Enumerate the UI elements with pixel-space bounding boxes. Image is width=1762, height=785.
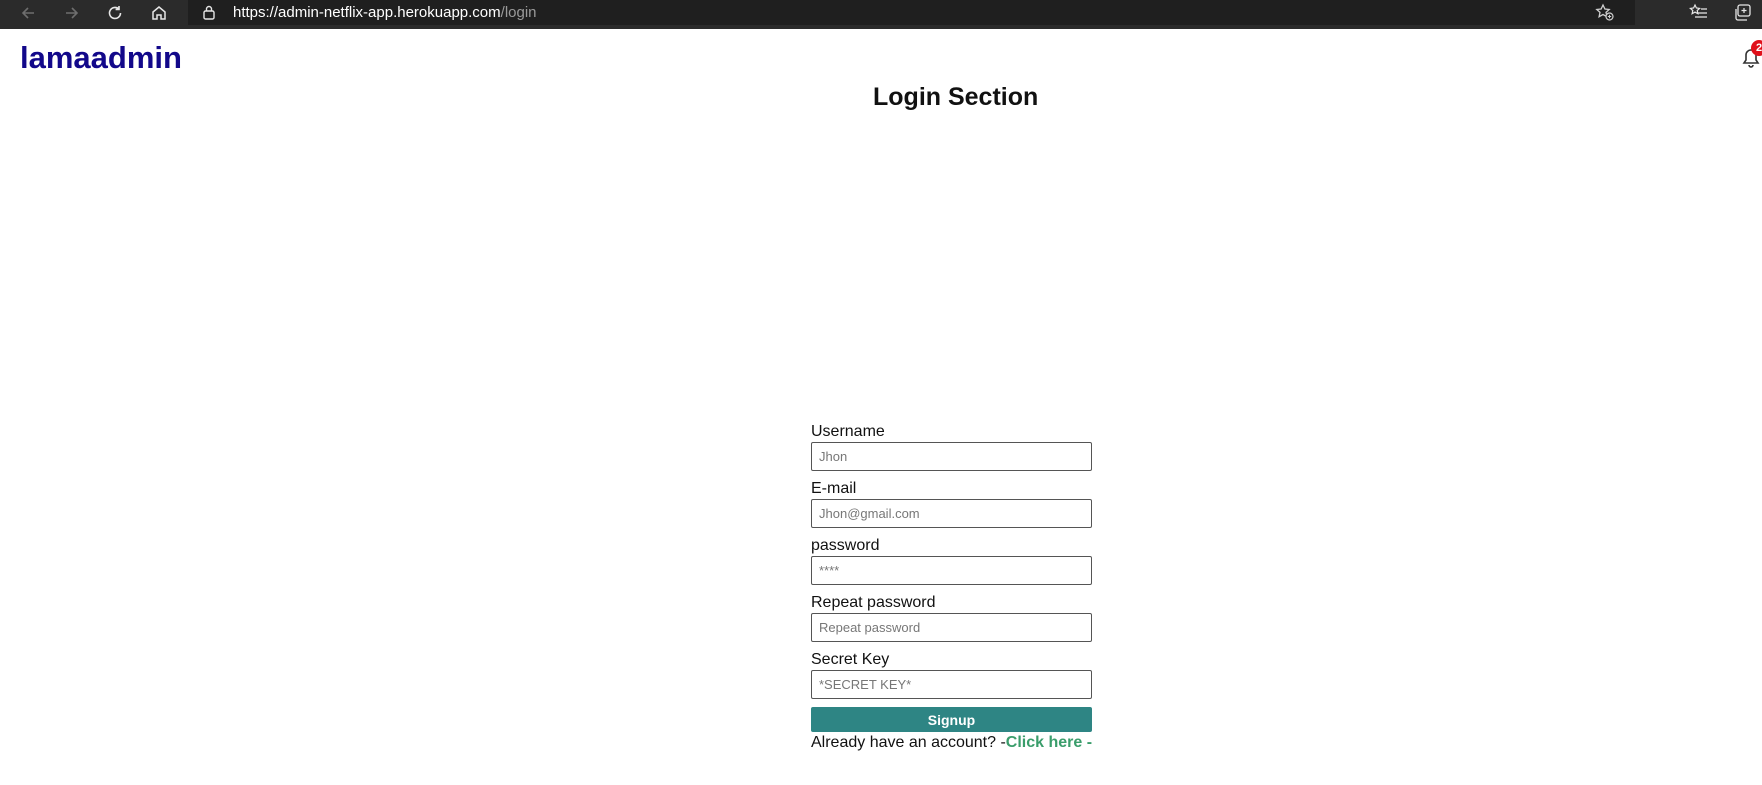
favorites-list-icon xyxy=(1688,3,1707,18)
forward-arrow-icon xyxy=(66,6,79,19)
email-input[interactable] xyxy=(811,499,1092,528)
password-label: password xyxy=(811,537,880,554)
username-input[interactable] xyxy=(811,442,1092,471)
signup-form: Username E-mail password Repeat password… xyxy=(811,422,1092,752)
reload-button[interactable] xyxy=(98,0,132,25)
email-field-group: E-mail xyxy=(811,479,1092,528)
page-title: Login Section xyxy=(873,83,1039,111)
brand-logo[interactable]: lamaadmin xyxy=(20,40,182,76)
email-label: E-mail xyxy=(811,480,857,497)
collections-button[interactable] xyxy=(1733,3,1753,22)
username-label: Username xyxy=(811,423,885,440)
signup-button[interactable]: Signup xyxy=(811,707,1092,732)
forward-button[interactable] xyxy=(55,0,89,25)
password-field-group: password xyxy=(811,536,1092,585)
collections-icon xyxy=(1735,4,1751,21)
home-icon xyxy=(152,5,166,20)
secret-key-field-group: Secret Key xyxy=(811,650,1092,699)
url-text: https://admin-netflix-app.herokuapp.com/… xyxy=(233,4,537,21)
login-link[interactable]: Click here - xyxy=(1006,734,1092,751)
back-button[interactable] xyxy=(11,0,45,25)
favorite-star-icon xyxy=(1595,3,1614,21)
account-prompt: Already have an account? -Click here - xyxy=(811,733,1092,752)
add-favorite-button[interactable] xyxy=(1595,3,1615,22)
browser-toolbar: https://admin-netflix-app.herokuapp.com/… xyxy=(0,0,1762,29)
home-button[interactable] xyxy=(142,0,176,25)
secret-key-label: Secret Key xyxy=(811,651,890,668)
notification-bell[interactable]: 2 xyxy=(1742,40,1762,68)
password-input[interactable] xyxy=(811,556,1092,585)
notification-badge: 2 xyxy=(1751,40,1762,56)
secret-key-input[interactable] xyxy=(811,670,1092,699)
repeat-password-field-group: Repeat password xyxy=(811,593,1092,642)
favorites-button[interactable] xyxy=(1688,3,1709,22)
reload-icon xyxy=(108,5,122,19)
repeat-password-label: Repeat password xyxy=(811,594,936,611)
username-field-group: Username xyxy=(811,422,1092,471)
lock-icon[interactable] xyxy=(202,5,216,20)
account-prompt-text: Already have an account? - xyxy=(811,734,1006,751)
url-host: https://admin-netflix-app.herokuapp.com xyxy=(233,4,501,21)
page-title-container: Login Section xyxy=(0,82,1762,112)
address-bar[interactable]: https://admin-netflix-app.herokuapp.com/… xyxy=(188,0,1635,25)
repeat-password-input[interactable] xyxy=(811,613,1092,642)
back-arrow-icon xyxy=(21,6,34,19)
url-path: /login xyxy=(500,4,537,21)
